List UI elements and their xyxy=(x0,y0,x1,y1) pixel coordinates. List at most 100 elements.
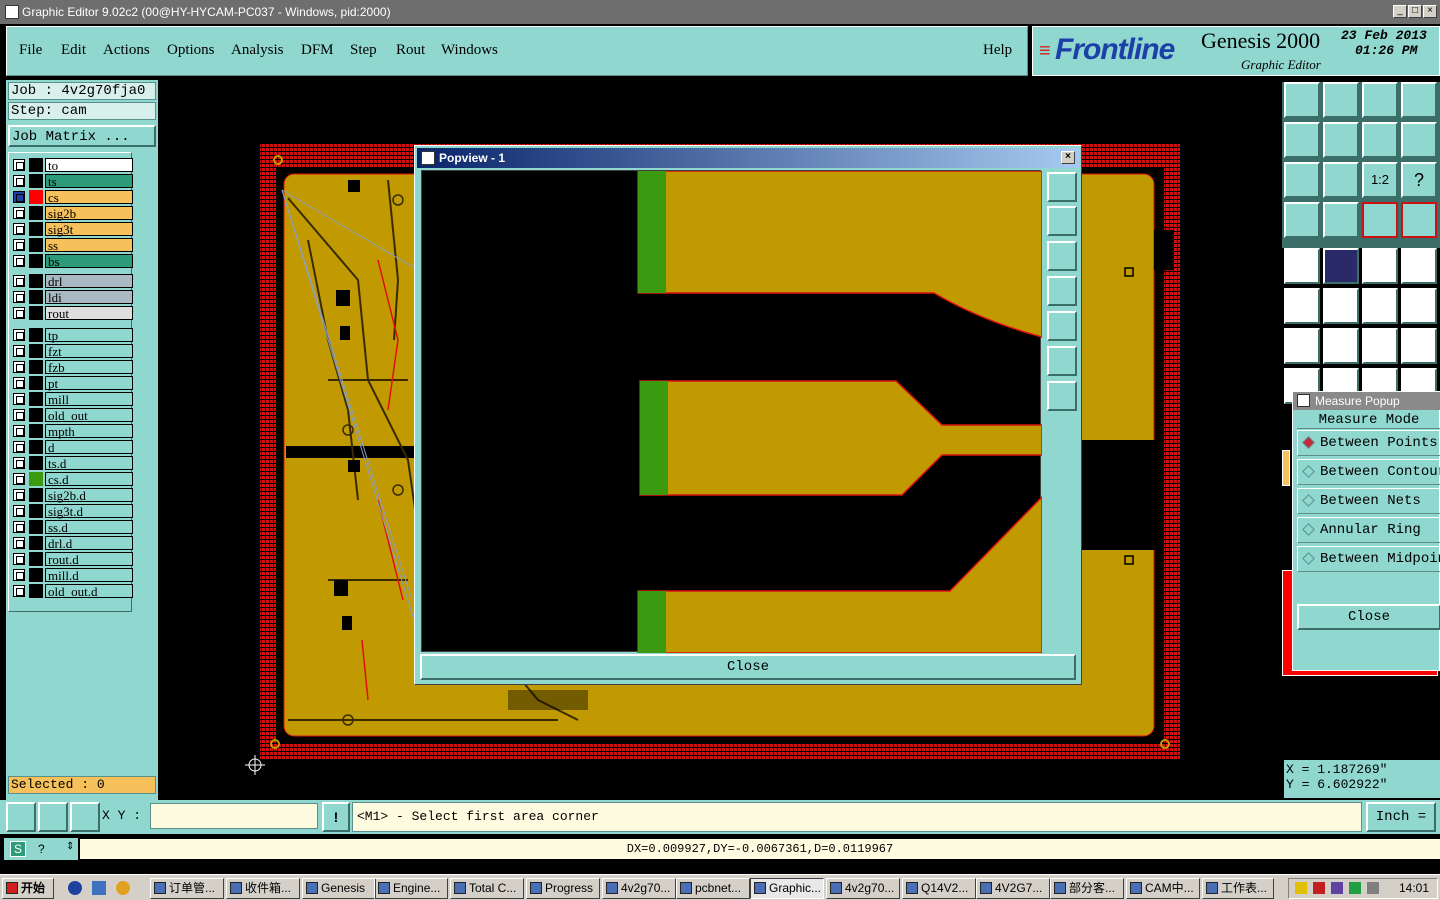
units-select[interactable]: Inch = xyxy=(1366,802,1436,832)
layer-name[interactable]: sig2b xyxy=(45,206,133,220)
layer-checkbox[interactable] xyxy=(13,585,25,597)
layer-name[interactable]: ldi xyxy=(45,290,133,304)
pv-pan-right-icon[interactable] xyxy=(1047,311,1077,341)
measure-option-between-midpoints[interactable]: Between Midpoints xyxy=(1297,546,1440,572)
layer-color-swatch[interactable] xyxy=(29,456,43,470)
layer-checkbox[interactable] xyxy=(13,537,25,549)
layer-row-sig3t-d[interactable]: sig3t.d xyxy=(13,504,133,518)
layer-name[interactable]: rout.d xyxy=(45,552,133,566)
layer-color-swatch[interactable] xyxy=(29,360,43,374)
layer-checkbox[interactable] xyxy=(13,291,25,303)
layer-name[interactable]: sig3t xyxy=(45,222,133,236)
layer-checkbox[interactable] xyxy=(13,457,25,469)
arc-icon[interactable] xyxy=(1362,328,1398,364)
select-pad-icon[interactable] xyxy=(1284,248,1320,284)
maximize-button[interactable]: □ xyxy=(1408,5,1422,18)
layer-color-swatch[interactable] xyxy=(29,424,43,438)
layer-row-fzt[interactable]: fzt xyxy=(13,344,133,358)
layer-row-tp[interactable]: tp xyxy=(13,328,133,342)
dot-icon[interactable] xyxy=(1401,248,1437,284)
scale-1-2-icon[interactable]: 1:2 xyxy=(1362,162,1398,198)
pv-fit-icon[interactable] xyxy=(1047,346,1077,376)
menu-help[interactable]: Help xyxy=(983,42,1012,59)
route-tool-icon[interactable] xyxy=(1362,202,1398,238)
layer-color-swatch[interactable] xyxy=(29,504,43,518)
layer-checkbox[interactable] xyxy=(13,553,25,565)
layer-color-swatch[interactable] xyxy=(29,472,43,486)
cross-icon[interactable] xyxy=(1323,288,1359,324)
layer-name[interactable]: fzb xyxy=(45,360,133,374)
layer-row-drl-d[interactable]: drl.d xyxy=(13,536,133,550)
pan-left-icon[interactable] xyxy=(1284,122,1320,158)
layer-name[interactable]: cs.d xyxy=(45,472,133,486)
popview-close-button[interactable]: Close xyxy=(420,654,1076,680)
layer-color-swatch[interactable] xyxy=(29,306,43,320)
fit-profile-icon[interactable] xyxy=(1323,162,1359,198)
layer-color-swatch[interactable] xyxy=(29,190,43,204)
help-query-icon[interactable]: ? xyxy=(38,841,58,857)
layer-color-swatch[interactable] xyxy=(29,174,43,188)
layer-name[interactable]: tp xyxy=(45,328,133,342)
popview-close-x[interactable]: × xyxy=(1061,151,1075,164)
home-icon[interactable] xyxy=(1362,82,1398,118)
pv-zoom-in-icon[interactable] xyxy=(1047,172,1077,202)
layer-row-sig2b[interactable]: sig2b xyxy=(13,206,133,220)
pan-right-icon[interactable] xyxy=(1323,122,1359,158)
layer-color-swatch[interactable] xyxy=(29,568,43,582)
layer-row-ss-d[interactable]: ss.d xyxy=(13,520,133,534)
taskbar-item[interactable]: Graphic... xyxy=(750,878,824,899)
taskbar-item[interactable]: Progress xyxy=(526,878,600,899)
layer-name[interactable]: ts xyxy=(45,174,133,188)
layer-checkbox[interactable] xyxy=(13,207,25,219)
menu-actions[interactable]: Actions xyxy=(103,42,150,59)
menu-dfm[interactable]: DFM xyxy=(301,42,334,59)
pv-pan-down-icon[interactable] xyxy=(1047,241,1077,271)
taskbar-item[interactable]: CAM中... xyxy=(1126,878,1200,899)
job-matrix-button[interactable]: Job Matrix ... xyxy=(8,125,156,147)
layer-checkbox[interactable] xyxy=(13,159,25,171)
layer-checkbox[interactable] xyxy=(13,275,25,287)
angle-icon[interactable] xyxy=(1284,328,1320,364)
layer-color-swatch[interactable] xyxy=(29,238,43,252)
layer-row-drl[interactable]: drl xyxy=(13,274,133,288)
layer-color-swatch[interactable] xyxy=(29,440,43,454)
layer-color-swatch[interactable] xyxy=(29,488,43,502)
layer-checkbox[interactable] xyxy=(13,505,25,517)
layer-checkbox[interactable] xyxy=(13,307,25,319)
layer-row-cs[interactable]: cs xyxy=(13,190,133,204)
menu-windows[interactable]: Windows xyxy=(441,42,498,59)
start-button[interactable]: 开始 xyxy=(2,878,54,899)
layer-row-d[interactable]: d xyxy=(13,440,133,454)
layer-row-ts[interactable]: ts xyxy=(13,174,133,188)
connect-points-icon[interactable] xyxy=(1284,288,1320,324)
layer-checkbox[interactable] xyxy=(13,191,25,203)
layer-name[interactable]: drl xyxy=(45,274,133,288)
angle-tool-icon[interactable] xyxy=(38,802,68,832)
layer-name[interactable]: cs xyxy=(45,190,133,204)
layer-name[interactable]: sig2b.d xyxy=(45,488,133,502)
snap-icon[interactable] xyxy=(1284,202,1320,238)
layer-checkbox[interactable] xyxy=(13,441,25,453)
highlight-icon[interactable] xyxy=(1323,248,1359,284)
layer-name[interactable]: bs xyxy=(45,254,133,268)
layer-checkbox[interactable] xyxy=(13,329,25,341)
menu-step[interactable]: Step xyxy=(350,42,377,59)
spin-icon[interactable]: ⇕ xyxy=(66,841,74,852)
taskbar-item[interactable]: 收件箱... xyxy=(226,878,300,899)
layer-color-swatch[interactable] xyxy=(29,584,43,598)
grid-tool-icon[interactable] xyxy=(70,802,100,832)
taskbar-item[interactable]: 4v2g70... xyxy=(826,878,900,899)
taskbar-item[interactable]: Engine... xyxy=(374,878,448,899)
layer-row-mill-d[interactable]: mill.d xyxy=(13,568,133,582)
layer-color-swatch[interactable] xyxy=(29,158,43,172)
layer-row-mpth[interactable]: mpth xyxy=(13,424,133,438)
layer-row-old-out-d[interactable]: old_out.d xyxy=(13,584,133,598)
layer-name[interactable]: rout xyxy=(45,306,133,320)
layer-checkbox[interactable] xyxy=(13,521,25,533)
layer-color-swatch[interactable] xyxy=(29,344,43,358)
zoom-up-icon[interactable] xyxy=(1284,82,1320,118)
layer-row-sig3t[interactable]: sig3t xyxy=(13,222,133,236)
line-points-icon[interactable] xyxy=(1362,288,1398,324)
layer-row-to[interactable]: to xyxy=(13,158,133,172)
layer-name[interactable]: sig3t.d xyxy=(45,504,133,518)
